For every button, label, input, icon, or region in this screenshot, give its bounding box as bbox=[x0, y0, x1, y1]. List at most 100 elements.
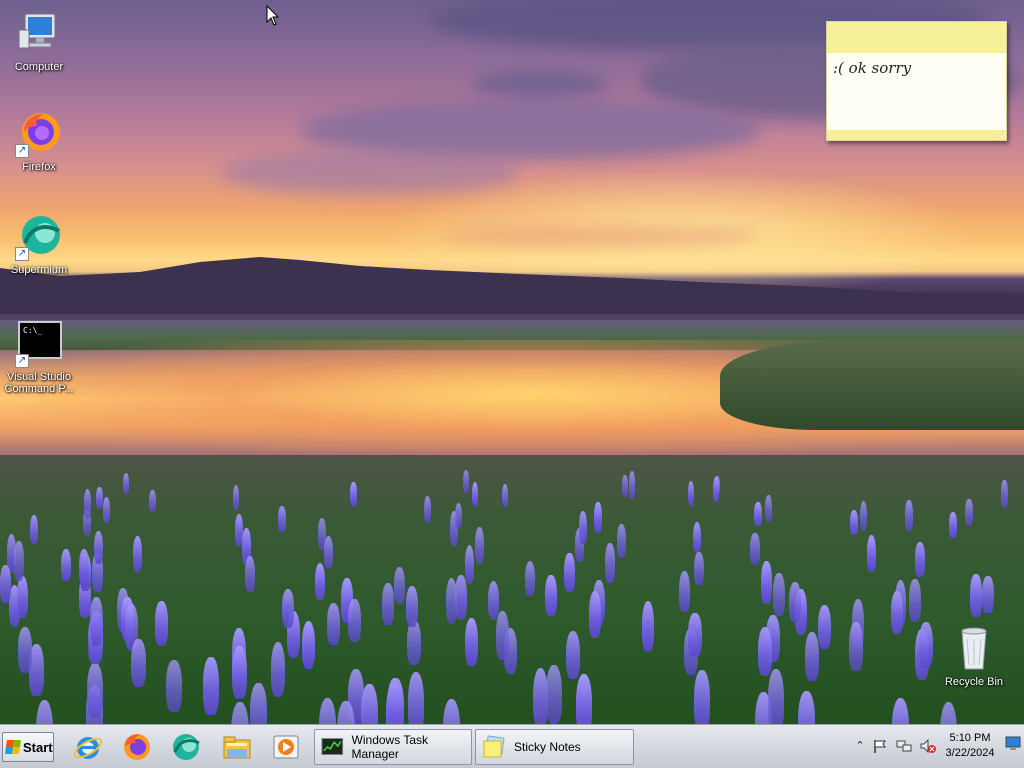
lupine-flower bbox=[753, 502, 762, 526]
show-hidden-icons-chevron[interactable]: ⌃ bbox=[852, 738, 868, 754]
lupine-flower bbox=[232, 645, 247, 700]
cloud bbox=[470, 70, 610, 98]
desktop-icon-label: Computer bbox=[14, 61, 64, 73]
sticky-note-text[interactable]: :( ok sorry bbox=[833, 59, 911, 77]
lupine-flower bbox=[789, 581, 801, 622]
lupine-flower bbox=[123, 473, 130, 495]
lupine-flower bbox=[970, 573, 982, 617]
taskbar-button-sticky-notes[interactable]: Sticky Notes bbox=[475, 729, 634, 765]
lupine-flower bbox=[750, 533, 760, 565]
sticky-note-titlebar[interactable] bbox=[827, 22, 1006, 53]
lupine-flower bbox=[621, 474, 628, 497]
lupine-flower bbox=[382, 582, 394, 625]
lupine-flower bbox=[203, 657, 219, 715]
resize-grip-icon[interactable]: ⋰ bbox=[996, 130, 1004, 139]
lupine-flower bbox=[712, 477, 720, 502]
firefox-icon[interactable] bbox=[121, 731, 153, 763]
lupine-flower bbox=[475, 527, 485, 565]
lupine-flower bbox=[773, 572, 785, 616]
start-button[interactable]: Start bbox=[2, 732, 54, 762]
desktop-icon-label: Visual Studio Command P... bbox=[4, 371, 74, 395]
desktop-icon-supermium[interactable]: ↗ Supermium bbox=[0, 213, 78, 276]
lupine-flower bbox=[605, 543, 615, 584]
lupine-flower bbox=[282, 588, 295, 628]
taskbar: Start Windows Task Manager Sticky Notes … bbox=[0, 724, 1024, 768]
lupine-flower bbox=[688, 612, 702, 658]
lupine-flower bbox=[348, 598, 361, 643]
lupine-flower bbox=[545, 575, 557, 616]
lupine-flower bbox=[594, 502, 602, 534]
taskbar-button-task-manager[interactable]: Windows Task Manager bbox=[314, 729, 472, 765]
shortcut-arrow-icon: ↗ bbox=[15, 247, 29, 261]
desktop-icon-recycle-bin[interactable]: Recycle Bin bbox=[935, 625, 1013, 688]
lupine-flower bbox=[133, 536, 143, 572]
windows-logo-icon bbox=[5, 740, 21, 754]
command-prompt-icon: C:\_ ↗ bbox=[15, 320, 63, 368]
lupine-flower bbox=[463, 470, 470, 493]
lupine-flower bbox=[641, 600, 655, 652]
lupine-flower bbox=[687, 481, 695, 506]
lupine-flower bbox=[693, 670, 710, 724]
lupine-flower bbox=[617, 524, 626, 558]
lupine-flower bbox=[86, 662, 103, 719]
lupine-flower bbox=[545, 665, 562, 724]
file-explorer-icon[interactable] bbox=[221, 731, 253, 763]
lupine-flower bbox=[566, 631, 581, 680]
lupine-flower bbox=[61, 549, 72, 582]
lupine-flower bbox=[155, 601, 168, 646]
volume-muted-icon[interactable] bbox=[920, 738, 936, 754]
lupine-flower bbox=[360, 683, 378, 724]
lupine-flower bbox=[324, 536, 334, 570]
lupine-flower bbox=[326, 603, 340, 645]
lupine-flower bbox=[849, 622, 863, 671]
clock[interactable]: 5:10 PM 3/22/2024 bbox=[942, 731, 998, 761]
lupine-flower bbox=[278, 505, 287, 532]
lupine-flower bbox=[804, 631, 820, 682]
lupine-flower bbox=[678, 570, 690, 612]
internet-explorer-icon[interactable] bbox=[72, 731, 104, 763]
lupine-flower bbox=[79, 548, 90, 586]
lupine-flower bbox=[244, 556, 256, 593]
svg-text:C:\_: C:\_ bbox=[23, 326, 42, 335]
supermium-icon[interactable] bbox=[170, 731, 202, 763]
supermium-icon: ↗ bbox=[15, 213, 63, 261]
lupine-flower bbox=[301, 621, 316, 670]
sticky-note-footer bbox=[827, 130, 1006, 140]
desktop-icon-label: Firefox bbox=[22, 161, 56, 173]
lupine-flower bbox=[83, 488, 91, 519]
lupine-flower bbox=[575, 673, 592, 724]
lupine-flower bbox=[18, 627, 33, 673]
lupine-flower bbox=[131, 639, 146, 687]
desktop-icon-label: Recycle Bin bbox=[944, 676, 1004, 688]
sticky-note-body[interactable]: :( ok sorry bbox=[827, 53, 1006, 130]
media-player-icon[interactable] bbox=[270, 731, 302, 763]
lupine-flower bbox=[982, 575, 994, 613]
lupine-flower bbox=[965, 498, 973, 527]
desktop-icon-computer[interactable]: Computer bbox=[0, 10, 78, 73]
lupine-flower bbox=[0, 565, 11, 603]
action-center-flag-icon[interactable] bbox=[872, 738, 888, 754]
lupine-flower bbox=[496, 610, 510, 660]
computer-icon bbox=[15, 10, 63, 58]
network-icon[interactable] bbox=[896, 738, 912, 754]
lupine-flower bbox=[524, 561, 536, 597]
lupine-flower bbox=[314, 563, 326, 600]
show-desktop-button[interactable] bbox=[1002, 725, 1024, 768]
clock-date: 3/22/2024 bbox=[945, 747, 995, 759]
desktop-icon-vs-command-prompt[interactable]: C:\_ ↗ Visual Studio Command P... bbox=[0, 320, 78, 395]
desktop-icon-firefox[interactable]: ↗ Firefox bbox=[0, 110, 78, 173]
lupine-flower bbox=[270, 642, 286, 697]
desktop-wallpaper[interactable]: Computer ↗ Firefox ↗ Supermium C:\_ ↗ Vi… bbox=[0, 0, 1024, 724]
lupine-flower bbox=[761, 560, 772, 604]
lupine-flower bbox=[465, 617, 479, 666]
lupine-flower bbox=[406, 586, 418, 628]
cloud bbox=[220, 150, 520, 195]
lupine-flower bbox=[95, 486, 103, 510]
sticky-note[interactable]: :( ok sorry ⋰ bbox=[826, 21, 1007, 141]
marsh-grass bbox=[720, 340, 1024, 430]
lupine-flower bbox=[891, 590, 904, 635]
lupine-flower bbox=[758, 626, 772, 676]
lupine-flower bbox=[102, 497, 111, 524]
lupine-flower bbox=[445, 577, 458, 624]
system-tray: ⌃ 5:10 PM 3/22/2024 bbox=[848, 725, 1024, 768]
